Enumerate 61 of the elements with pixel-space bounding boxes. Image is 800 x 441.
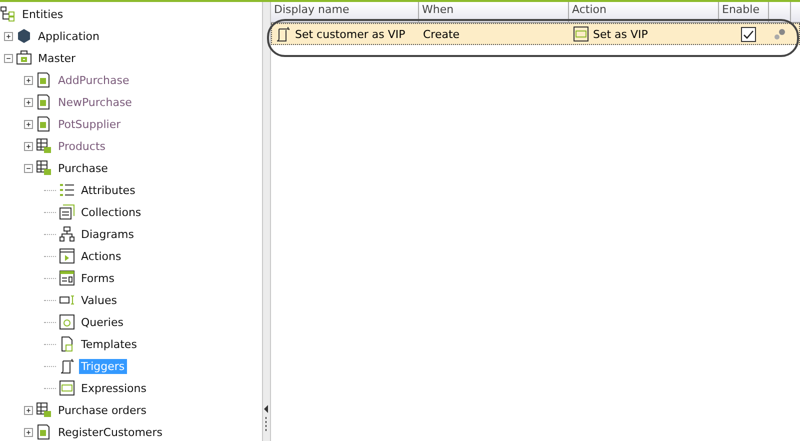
- stacked-list-icon: [59, 204, 75, 220]
- tree-item[interactable]: Entities: [20, 6, 66, 22]
- tree-item[interactable]: Application: [36, 28, 102, 44]
- tree-item[interactable]: AddPurchase: [56, 72, 132, 88]
- tree-item[interactable]: Forms: [79, 270, 116, 286]
- tree-item[interactable]: PotSupplier: [56, 116, 123, 132]
- collapse-arrow-icon[interactable]: [264, 405, 269, 413]
- tree-item[interactable]: Attributes: [79, 182, 138, 198]
- document-icon: [36, 72, 52, 88]
- gears-icon[interactable]: [773, 27, 787, 41]
- expand-toggle[interactable]: [4, 32, 13, 40]
- expand-toggle[interactable]: [24, 142, 33, 150]
- column-header[interactable]: Action: [569, 2, 719, 22]
- document-icon: [36, 116, 52, 132]
- column-header[interactable]: When: [419, 2, 569, 22]
- table-icon: [36, 138, 52, 154]
- tree-item[interactable]: Diagrams: [79, 226, 136, 242]
- magnifier-window-icon: [59, 314, 75, 330]
- tree-item[interactable]: Purchase orders: [56, 402, 149, 418]
- briefcase-icon: [16, 50, 32, 66]
- column-header[interactable]: Enable: [719, 2, 769, 22]
- expand-toggle[interactable]: [24, 76, 33, 84]
- hierarchy-icon: [0, 6, 16, 22]
- document-icon: [36, 94, 52, 110]
- collapse-toggle[interactable]: [24, 164, 33, 172]
- scroll-icon: [59, 358, 75, 374]
- form-window-icon: [59, 270, 75, 286]
- speech-window-icon: [59, 380, 75, 396]
- tree-item[interactable]: Actions: [79, 248, 124, 264]
- table-icon: [36, 402, 52, 418]
- speech-window-icon: [573, 26, 589, 42]
- expand-toggle[interactable]: [24, 120, 33, 128]
- hexagon-icon: [16, 28, 32, 44]
- column-header[interactable]: Display name: [271, 2, 419, 22]
- tree-item[interactable]: Queries: [79, 314, 126, 330]
- expand-toggle[interactable]: [24, 428, 33, 436]
- tree-item[interactable]: NewPurchase: [56, 94, 134, 110]
- grid-row[interactable]: Set customer as VIP Create Set as VIP: [271, 23, 800, 45]
- grip-icon[interactable]: [265, 417, 268, 431]
- template-icon: [59, 336, 75, 352]
- checkbox[interactable]: [741, 26, 756, 42]
- scroll-icon: [275, 26, 291, 42]
- diagram-icon: [59, 226, 75, 242]
- tree-item[interactable]: Values: [79, 292, 119, 308]
- tree-item[interactable]: Collections: [79, 204, 144, 220]
- table-cell: Set customer as VIP: [272, 26, 420, 42]
- table-cell-text: Create: [422, 28, 461, 40]
- collapse-toggle[interactable]: [4, 54, 13, 62]
- expand-toggle[interactable]: [24, 98, 33, 106]
- expand-toggle[interactable]: [24, 406, 33, 414]
- tree-item[interactable]: RegisterCustomers: [56, 424, 164, 440]
- tree-item[interactable]: Products: [56, 138, 108, 154]
- tree-item[interactable]: Master: [36, 50, 78, 66]
- table-cell: Set as VIP: [570, 26, 720, 42]
- tree-item[interactable]: Templates: [79, 336, 139, 352]
- table-icon: [36, 160, 52, 176]
- tree-item[interactable]: Expressions: [79, 380, 148, 396]
- list-icon: [59, 182, 75, 198]
- tree-item[interactable]: Purchase: [56, 160, 110, 176]
- play-window-icon: [59, 248, 75, 264]
- document-icon: [36, 424, 52, 440]
